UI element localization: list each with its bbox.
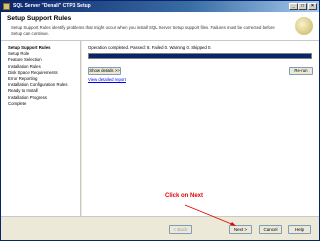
- minimize-icon[interactable]: _: [289, 3, 298, 10]
- cancel-button[interactable]: Cancel: [259, 225, 282, 234]
- steps-sidebar: Setup Support Rules Setup Role Feature S…: [1, 41, 81, 216]
- show-details-button[interactable]: Show details >>: [88, 67, 121, 75]
- progress-bar: [88, 53, 312, 59]
- page-description: Setup Support Rules identify problems th…: [11, 25, 275, 36]
- footer-bar: < Back Next > Cancel Help: [1, 216, 319, 240]
- header-logo-icon: [295, 17, 313, 35]
- close-icon[interactable]: ×: [308, 3, 317, 10]
- next-button[interactable]: Next >: [229, 225, 252, 234]
- setup-window: SQL Server "Denali" CTP3 Setup _ □ × Set…: [0, 0, 320, 241]
- progress-fill: [89, 54, 311, 58]
- sidebar-item-complete[interactable]: Complete: [1, 101, 80, 107]
- page-title: Setup Support Rules: [7, 15, 72, 22]
- annotation-label: Click on Next: [165, 193, 204, 199]
- rerun-button[interactable]: Re-run: [289, 67, 313, 75]
- help-button[interactable]: Help: [288, 225, 311, 234]
- operation-status: Operation completed. Passed: 8. Failed 0…: [88, 45, 212, 50]
- page-header: Setup Support Rules Setup Support Rules …: [1, 12, 319, 41]
- maximize-icon[interactable]: □: [298, 3, 307, 10]
- main-panel: Operation completed. Passed: 8. Failed 0…: [82, 41, 319, 216]
- view-detailed-report-link[interactable]: View detailed report: [88, 77, 126, 82]
- setup-app-icon: [3, 3, 10, 10]
- back-button[interactable]: < Back: [169, 225, 192, 234]
- window-title: SQL Server "Denali" CTP3 Setup: [13, 3, 91, 9]
- title-bar: SQL Server "Denali" CTP3 Setup _ □ ×: [1, 1, 319, 12]
